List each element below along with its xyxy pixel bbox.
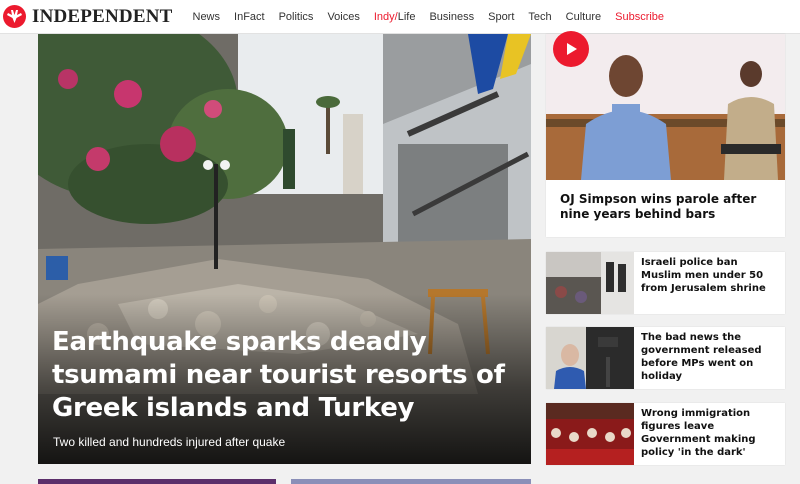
nav-culture[interactable]: Culture xyxy=(566,11,601,23)
nav-voices[interactable]: Voices xyxy=(327,11,359,23)
nav-sport[interactable]: Sport xyxy=(488,11,514,23)
play-icon[interactable] xyxy=(553,31,589,67)
nav-business[interactable]: Business xyxy=(429,11,474,23)
story-card[interactable]: The bad news the government released bef… xyxy=(546,327,785,389)
story-thumbnail xyxy=(546,327,634,389)
nav-indy-life[interactable]: Indy/Life xyxy=(374,11,416,23)
nav-indy-suffix: Life xyxy=(397,10,416,23)
hero-headline[interactable]: Earthquake sparks deadly tsumami near to… xyxy=(52,326,512,425)
logo[interactable]: INDEPENDENT xyxy=(3,0,173,34)
next-story-strip[interactable] xyxy=(291,479,531,484)
story-card[interactable]: Israeli police ban Muslim men under 50 f… xyxy=(546,252,785,314)
main-nav: News InFact Politics Voices Indy/Life Bu… xyxy=(193,0,679,34)
nav-tech[interactable]: Tech xyxy=(528,11,551,23)
hero-standfirst: Two killed and hundreds injured after qu… xyxy=(53,435,286,449)
nav-infact[interactable]: InFact xyxy=(234,11,265,23)
featured-headline[interactable]: OJ Simpson wins parole after nine years … xyxy=(560,192,775,222)
story-headline[interactable]: The bad news the government released bef… xyxy=(641,331,779,383)
featured-story-card[interactable]: OJ Simpson wins parole after nine years … xyxy=(546,31,785,237)
story-thumbnail xyxy=(546,252,634,314)
story-card[interactable]: Wrong immigration figures leave Governme… xyxy=(546,403,785,465)
site-header: INDEPENDENT News InFact Politics Voices … xyxy=(0,0,800,34)
nav-news[interactable]: News xyxy=(193,11,221,23)
story-headline[interactable]: Wrong immigration figures leave Governme… xyxy=(641,407,779,459)
nav-politics[interactable]: Politics xyxy=(279,11,314,23)
story-headline[interactable]: Israeli police ban Muslim men under 50 f… xyxy=(641,256,779,295)
hero-story[interactable]: Earthquake sparks deadly tsumami near to… xyxy=(38,34,531,464)
eagle-logo-icon xyxy=(3,5,26,28)
next-story-strip[interactable] xyxy=(38,479,276,484)
nav-subscribe[interactable]: Subscribe xyxy=(615,11,664,23)
logo-wordmark: INDEPENDENT xyxy=(32,5,173,27)
story-thumbnail xyxy=(546,403,634,465)
nav-indy-prefix: Indy/ xyxy=(373,10,398,23)
